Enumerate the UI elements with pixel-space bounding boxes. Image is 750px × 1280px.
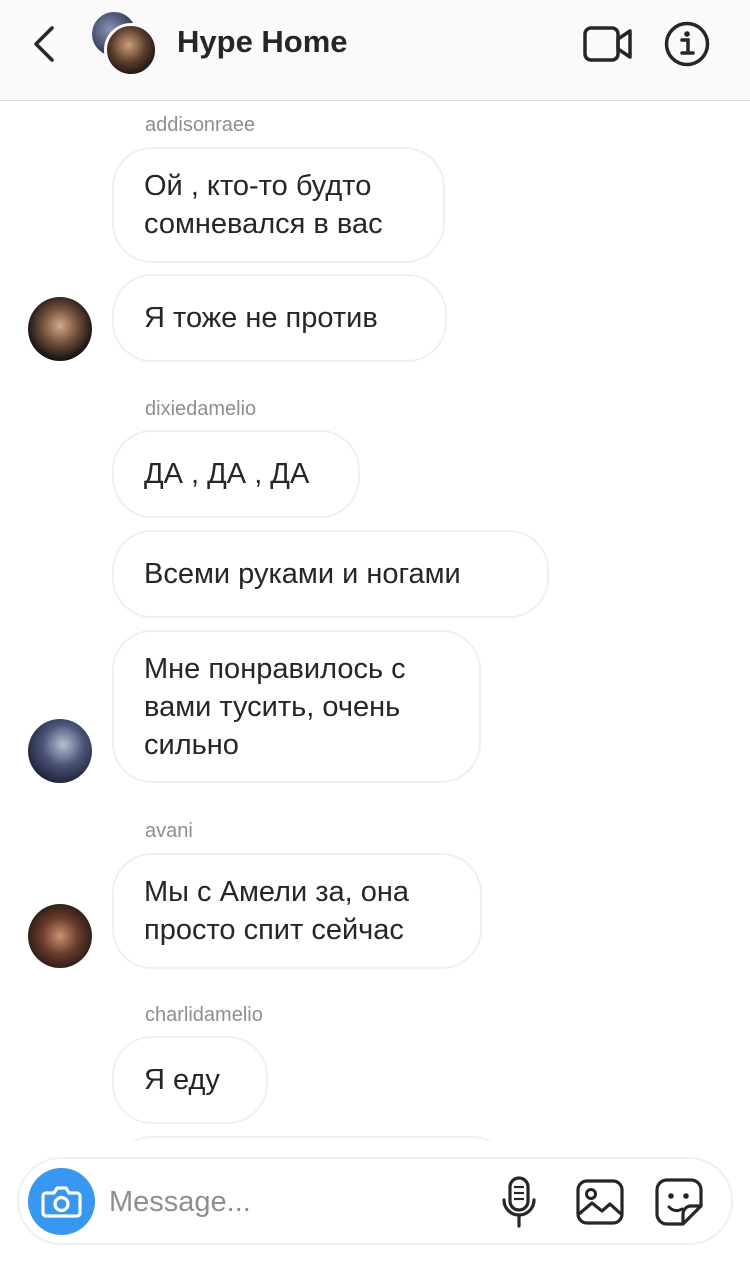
chat-header: Hype Home xyxy=(0,0,750,101)
sender-name: dixiedamelio xyxy=(145,398,257,420)
gallery-button[interactable] xyxy=(574,1176,626,1228)
message-bubble[interactable]: Ой , кто-то будто сомневался в вас xyxy=(112,147,445,263)
message-text: Ой , кто-то будто сомневался в вас xyxy=(144,170,383,240)
message-bubble[interactable]: ДА , ДА , ДА xyxy=(112,430,360,518)
message-bubble-partial[interactable] xyxy=(112,1136,512,1141)
message-bubble[interactable]: Мне понравилось с вами тусить, очень сил… xyxy=(112,630,481,783)
message-text: Я еду xyxy=(144,1064,220,1096)
image-icon xyxy=(576,1179,624,1225)
avatar[interactable] xyxy=(28,904,92,968)
camera-icon xyxy=(41,1186,82,1218)
sender-name: avani xyxy=(145,820,193,842)
message-text: ДА , ДА , ДА xyxy=(144,458,310,490)
chat-title[interactable]: Hype Home xyxy=(177,24,348,60)
message-text: Мне понравилось с вами тусить, очень сил… xyxy=(144,652,406,761)
group-avatar[interactable] xyxy=(90,10,160,77)
message-bubble[interactable]: Я тоже не против xyxy=(112,274,447,362)
video-camera-icon xyxy=(583,26,632,62)
back-button[interactable] xyxy=(22,22,66,66)
avatar[interactable] xyxy=(28,297,92,361)
message-input[interactable] xyxy=(109,1179,489,1225)
sender-name: addisonraee xyxy=(145,114,256,136)
message-bubble[interactable]: Я еду xyxy=(112,1036,268,1124)
message-bubble[interactable]: Всеми руками и ногами xyxy=(112,530,549,618)
message-composer xyxy=(17,1157,733,1245)
info-button[interactable] xyxy=(664,21,710,67)
camera-button[interactable] xyxy=(28,1168,95,1235)
voice-message-button[interactable] xyxy=(499,1175,539,1229)
info-icon xyxy=(664,21,710,67)
message-text: Мы с Амели за, она просто спит сейчас xyxy=(144,876,410,946)
video-call-button[interactable] xyxy=(582,22,634,66)
message-thread[interactable]: addisonraee Ой , кто-то будто сомневался… xyxy=(0,101,750,1141)
message-text: Всеми руками и ногами xyxy=(144,558,461,590)
microphone-icon xyxy=(502,1176,536,1228)
sticker-button[interactable] xyxy=(653,1176,705,1228)
avatar[interactable] xyxy=(28,719,92,783)
chevron-left-icon xyxy=(34,26,54,62)
message-bubble[interactable]: Мы с Амели за, она просто спит сейчас xyxy=(112,853,482,969)
message-text: Я тоже не против xyxy=(144,302,378,334)
group-member-avatar xyxy=(104,23,158,77)
sticker-icon xyxy=(655,1178,703,1226)
sender-name: charlidamelio xyxy=(145,1004,263,1026)
